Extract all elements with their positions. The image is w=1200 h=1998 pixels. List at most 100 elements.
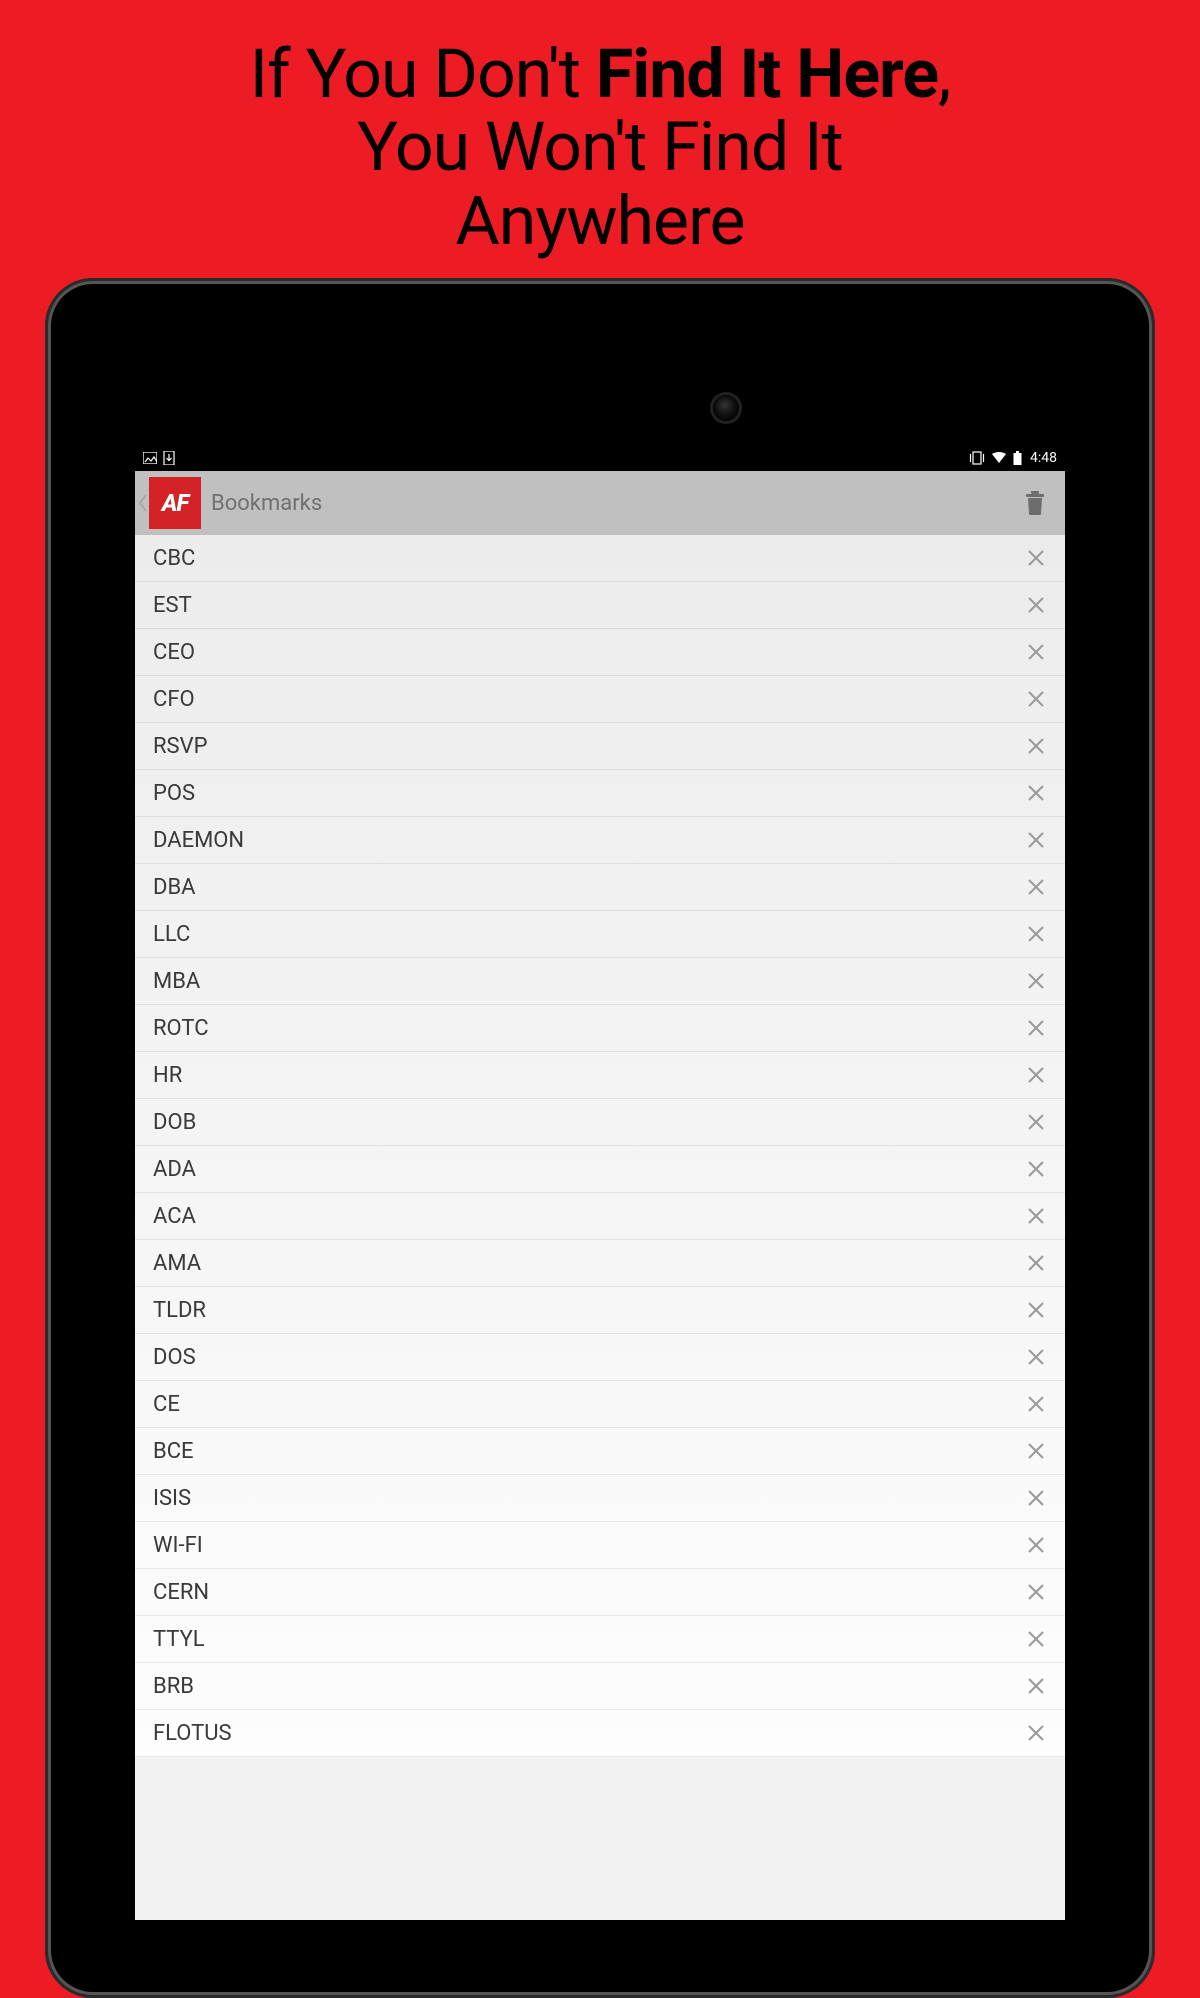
list-item-label: DAEMON <box>153 828 244 853</box>
list-item-label: CFO <box>153 687 195 712</box>
list-item-label: ISIS <box>153 1486 191 1511</box>
battery-icon <box>1013 451 1022 465</box>
close-icon[interactable] <box>1023 1344 1049 1370</box>
status-bar: 4:48 <box>135 445 1065 471</box>
close-icon[interactable] <box>1023 1250 1049 1276</box>
headline-line2: You Won't Find It <box>357 107 843 187</box>
list-item-label: TLDR <box>153 1298 206 1323</box>
promo-headline: If You Don't Find It Here, You Won't Fin… <box>0 0 1200 258</box>
list-item[interactable]: TLDR <box>135 1287 1065 1334</box>
close-icon[interactable] <box>1023 1485 1049 1511</box>
app-logo-text: AF <box>162 489 189 517</box>
headline-line1-suffix: , <box>938 34 950 114</box>
list-item[interactable]: DOB <box>135 1099 1065 1146</box>
list-item-label: BRB <box>153 1674 194 1699</box>
list-item[interactable]: DBA <box>135 864 1065 911</box>
headline-line1-prefix: If You Don't <box>250 34 596 114</box>
list-item[interactable]: ADA <box>135 1146 1065 1193</box>
tablet-screen: 4:48 AF Bookmarks CBC EST CEO CFO RSVP POS DAE… <box>135 445 1065 1920</box>
list-item-label: CE <box>153 1392 180 1417</box>
headline-line3: Anywhere <box>455 181 744 261</box>
list-item[interactable]: POS <box>135 770 1065 817</box>
close-icon[interactable] <box>1023 1438 1049 1464</box>
close-icon[interactable] <box>1023 1109 1049 1135</box>
list-item-label: CBC <box>153 546 195 571</box>
list-item[interactable]: LLC <box>135 911 1065 958</box>
tablet-frame: 4:48 AF Bookmarks CBC EST CEO CFO RSVP POS DAE… <box>45 278 1155 1998</box>
close-icon[interactable] <box>1023 1720 1049 1746</box>
status-time: 4:48 <box>1030 450 1057 466</box>
wifi-icon <box>991 452 1007 464</box>
list-item[interactable]: ACA <box>135 1193 1065 1240</box>
tablet-camera <box>713 395 739 421</box>
close-icon[interactable] <box>1023 1062 1049 1088</box>
close-icon[interactable] <box>1023 1626 1049 1652</box>
app-logo[interactable]: AF <box>149 477 201 529</box>
close-icon[interactable] <box>1023 1015 1049 1041</box>
list-item-label: ROTC <box>153 1016 209 1041</box>
status-right: 4:48 <box>969 450 1057 466</box>
list-item[interactable]: FLOTUS <box>135 1710 1065 1757</box>
close-icon[interactable] <box>1023 1579 1049 1605</box>
close-icon[interactable] <box>1023 639 1049 665</box>
close-icon[interactable] <box>1023 968 1049 994</box>
list-item-label: WI-FI <box>153 1533 203 1558</box>
close-icon[interactable] <box>1023 733 1049 759</box>
list-item-label: AMA <box>153 1251 201 1276</box>
list-item[interactable]: AMA <box>135 1240 1065 1287</box>
list-item[interactable]: CERN <box>135 1569 1065 1616</box>
list-item-label: FLOTUS <box>153 1721 232 1746</box>
close-icon[interactable] <box>1023 780 1049 806</box>
list-item-label: ACA <box>153 1204 196 1229</box>
list-item[interactable]: CE <box>135 1381 1065 1428</box>
close-icon[interactable] <box>1023 827 1049 853</box>
close-icon[interactable] <box>1023 1391 1049 1417</box>
headline-line1-bold: Find It Here <box>596 34 938 114</box>
list-item-label: POS <box>153 781 195 806</box>
list-item-label: DOB <box>153 1110 196 1135</box>
list-item[interactable]: TTYL <box>135 1616 1065 1663</box>
trash-icon <box>1025 491 1045 515</box>
list-item[interactable]: MBA <box>135 958 1065 1005</box>
bookmark-list[interactable]: CBC EST CEO CFO RSVP POS DAEMON DBA LLC MBA ROTC HR… <box>135 535 1065 1757</box>
close-icon[interactable] <box>1023 921 1049 947</box>
close-icon[interactable] <box>1023 592 1049 618</box>
list-item-label: LLC <box>153 922 190 947</box>
list-item[interactable]: ISIS <box>135 1475 1065 1522</box>
list-item[interactable]: WI-FI <box>135 1522 1065 1569</box>
list-item[interactable]: EST <box>135 582 1065 629</box>
close-icon[interactable] <box>1023 1532 1049 1558</box>
list-item[interactable]: BCE <box>135 1428 1065 1475</box>
close-icon[interactable] <box>1023 545 1049 571</box>
app-header: AF Bookmarks <box>135 471 1065 535</box>
list-item[interactable]: ROTC <box>135 1005 1065 1052</box>
back-button[interactable] <box>135 494 149 512</box>
list-item[interactable]: BRB <box>135 1663 1065 1710</box>
list-item[interactable]: CBC <box>135 535 1065 582</box>
list-item[interactable]: CEO <box>135 629 1065 676</box>
list-item[interactable]: CFO <box>135 676 1065 723</box>
list-item-label: DBA <box>153 875 196 900</box>
close-icon[interactable] <box>1023 1203 1049 1229</box>
list-item-label: BCE <box>153 1439 194 1464</box>
close-icon[interactable] <box>1023 1297 1049 1323</box>
list-item-label: EST <box>153 593 192 618</box>
list-item-label: HR <box>153 1063 182 1088</box>
list-item-label: MBA <box>153 969 200 994</box>
status-left <box>143 451 175 465</box>
close-icon[interactable] <box>1023 686 1049 712</box>
list-item-label: TTYL <box>153 1627 205 1652</box>
delete-all-button[interactable] <box>1019 485 1051 521</box>
vibrate-icon <box>969 451 985 465</box>
list-item[interactable]: DOS <box>135 1334 1065 1381</box>
list-item-label: CEO <box>153 640 195 665</box>
close-icon[interactable] <box>1023 1156 1049 1182</box>
close-icon[interactable] <box>1023 874 1049 900</box>
list-item[interactable]: RSVP <box>135 723 1065 770</box>
list-item[interactable]: DAEMON <box>135 817 1065 864</box>
download-icon <box>163 451 175 465</box>
list-item-label: RSVP <box>153 734 208 759</box>
list-item-label: ADA <box>153 1157 196 1182</box>
list-item[interactable]: HR <box>135 1052 1065 1099</box>
close-icon[interactable] <box>1023 1673 1049 1699</box>
